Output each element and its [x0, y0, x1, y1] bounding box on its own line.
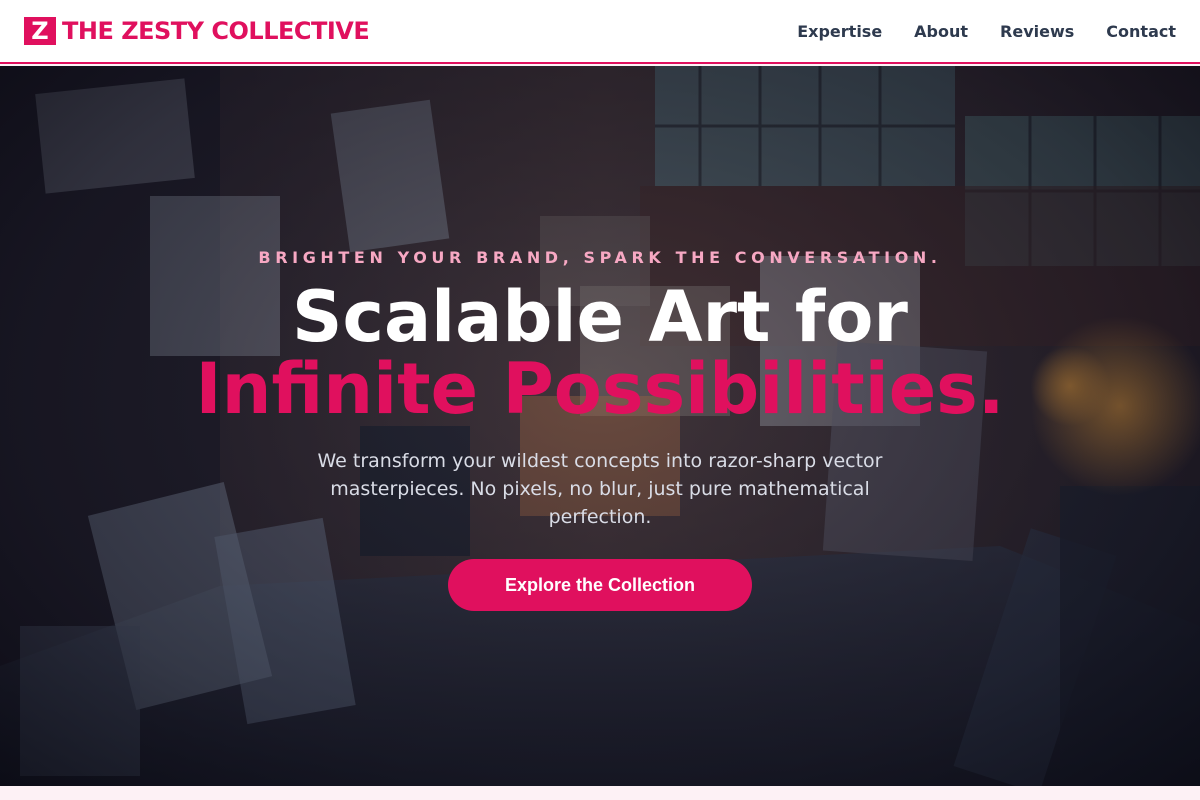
nav-link-reviews[interactable]: Reviews [1000, 22, 1074, 41]
nav-link-contact[interactable]: Contact [1106, 22, 1176, 41]
site-header: Z THE ZESTY COLLECTIVE Expertise About R… [0, 0, 1200, 64]
brand-logo[interactable]: Z THE ZESTY COLLECTIVE [24, 17, 370, 45]
nav-link-expertise[interactable]: Expertise [797, 22, 882, 41]
explore-collection-button[interactable]: Explore the Collection [448, 559, 752, 611]
next-section-edge [0, 786, 1200, 800]
hero-section: BRIGHTEN YOUR BRAND, SPARK THE CONVERSAT… [0, 66, 1200, 786]
brand-name: THE ZESTY COLLECTIVE [62, 17, 370, 45]
hero-content: BRIGHTEN YOUR BRAND, SPARK THE CONVERSAT… [0, 66, 1200, 786]
logo-mark-icon: Z [24, 17, 56, 45]
main-nav: Expertise About Reviews Contact [797, 22, 1176, 41]
hero-headline-line2: Infinite Possibilities. [195, 348, 1005, 430]
hero-description: We transform your wildest concepts into … [317, 450, 883, 528]
hero-headline-line1: Scalable Art for [292, 276, 908, 358]
nav-link-about[interactable]: About [914, 22, 968, 41]
hero-tagline: BRIGHTEN YOUR BRAND, SPARK THE CONVERSAT… [258, 248, 942, 267]
